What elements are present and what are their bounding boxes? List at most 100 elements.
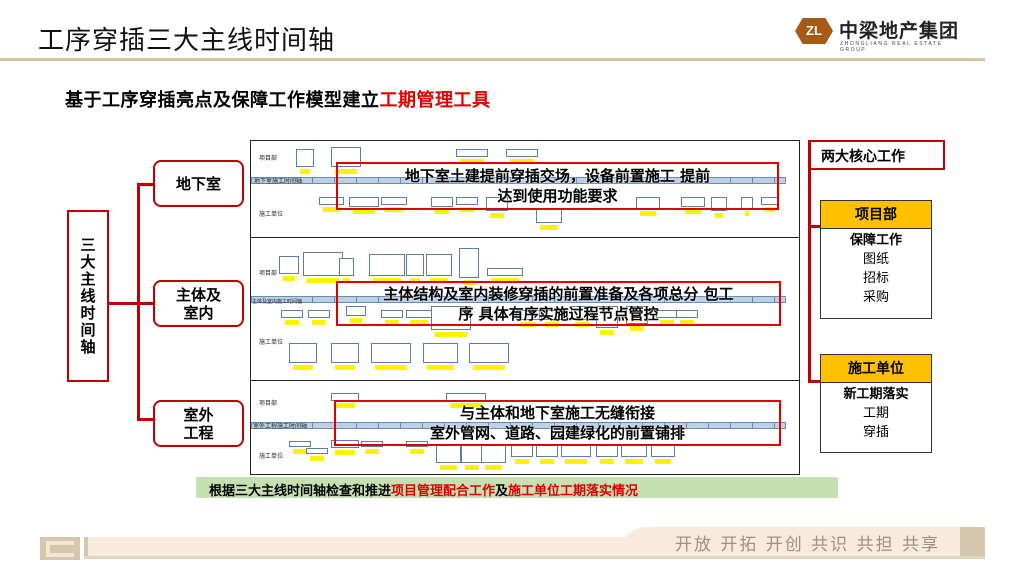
date-tag (485, 465, 502, 470)
date-tag (300, 169, 310, 174)
date-tag (625, 459, 643, 464)
group-lead: 保障工作 (849, 233, 902, 248)
date-tag (335, 450, 355, 455)
date-tag (307, 278, 339, 283)
core-work-title: 两大核心工作 (808, 140, 945, 170)
summary-text: 根据三大主线时间轴检查和推进 (209, 484, 392, 499)
logo-mark: ZL (795, 18, 833, 44)
row-label: 项目部 (259, 270, 278, 277)
logo-en: ZHONGLIANG REAL ESTATE GROUP (840, 41, 943, 53)
date-tag (293, 449, 307, 454)
axis-tick (312, 178, 313, 183)
row-label: 项目部 (259, 400, 278, 407)
milestone-card (506, 149, 538, 157)
date-tag (465, 465, 479, 470)
group-item: 图纸 (862, 252, 889, 267)
date-tag (473, 365, 505, 370)
group-item: 招标 (862, 271, 889, 286)
highlight-box: 地下室土建提前穿插交场，设备前置施工 提前 达到使用功能要求 (336, 162, 779, 210)
tree-connector (109, 302, 139, 305)
tree-connector (137, 302, 154, 305)
milestone-card (621, 445, 647, 457)
milestone-card (303, 252, 343, 276)
group-item: 采购 (862, 290, 889, 305)
date-tag (283, 276, 295, 281)
timeline-basement: 项目部 地下室施工时间轴 施工单位 地下室土建提前穿插交场，设备前置施工 提前达… (251, 141, 799, 238)
highlight-box: 主体结构及室内装修穿插的前置准备及各项总分 包工序 具体有序实施过程节点管控 (336, 281, 781, 326)
overlay-line: 主体结构及室内装修穿插的前置准备及各项总分 包工 (383, 284, 734, 303)
date-tag (515, 459, 529, 464)
milestone-card (339, 258, 354, 276)
core-group-contractor: 施工单位 新工期落实 工期 穿插 (820, 354, 932, 453)
tree-connector (137, 418, 154, 421)
milestone-card (331, 343, 359, 363)
row-label: 施工单位 (259, 211, 284, 218)
tree-connector (137, 183, 154, 186)
milestone-card (371, 343, 411, 363)
footer-slogan: 开放 开拓 开创 共识 共担 共享 (674, 535, 940, 555)
milestone-card (308, 310, 330, 318)
row-label: 主体及室内施工时间轴 (252, 299, 303, 305)
page-title: 工序穿插三大主线时间轴 (38, 26, 336, 56)
date-tag (375, 365, 407, 370)
core-bracket (808, 140, 811, 383)
group-header: 项目部 (821, 201, 931, 229)
group-header: 施工单位 (821, 355, 931, 383)
milestone-card (596, 445, 618, 457)
date-tag (640, 211, 656, 216)
core-group-project: 项目部 保障工作 图纸 招标 采购 (820, 200, 932, 319)
company-logo: ZL 中梁地产集团 ZHONGLIANG REAL ESTATE GROUP (795, 16, 970, 53)
date-tag (435, 332, 467, 337)
group-lead: 新工期落实 (843, 387, 909, 402)
group-item: 工期 (862, 406, 889, 421)
header-divider (0, 58, 985, 61)
overlay-line: 序 具体有序实施过程节点管控 (458, 304, 659, 323)
branch-basement: 地下室 (153, 160, 244, 207)
timeline-exterior: 项目部 室外工程施工时间轴 施工单位 与主体和地下室施工无缝衔接 室外管网、道路、… (251, 381, 799, 476)
timeline-panel: 项目部 地下室施工时间轴 施工单位 地下室土建提前穿插交场，设备前置施工 提前达… (250, 140, 800, 475)
milestone-card (487, 268, 523, 276)
date-tag (312, 320, 326, 325)
date-tag (540, 459, 554, 464)
date-tag (565, 459, 587, 464)
date-tag (335, 365, 355, 370)
milestone-card (296, 149, 314, 167)
milestone-card (511, 445, 533, 457)
milestone-card (469, 343, 509, 363)
date-tag (655, 459, 671, 464)
milestone-card (481, 445, 506, 463)
milestone-card (279, 256, 299, 274)
footer-band: 开放 开拓 开创 共识 共担 共享 (40, 527, 985, 560)
timeline-main-interior: 项目部 主体及室内施工时间轴 施工单位 主体结构及室内装修穿插的前置准备及各项总… (251, 238, 799, 381)
milestone-card (536, 445, 558, 457)
highlight-box: 与主体和地下室施工无缝衔接 室外管网、道路、园建绿化的前置铺排 (334, 400, 781, 446)
date-tag (490, 213, 504, 218)
row-label: 地下室施工时间轴 (254, 178, 303, 185)
milestone-card (406, 254, 424, 276)
milestone-card (289, 343, 317, 363)
date-tag (440, 465, 457, 470)
branch-exterior: 室外工程 (153, 400, 244, 447)
milestone-card (289, 441, 311, 447)
milestone-card (369, 254, 405, 276)
overlay-line: 地下室土建提前穿插交场，设备前置施工 提前 (404, 167, 711, 185)
row-label: 室外工程施工时间轴 (253, 423, 308, 430)
milestone-card (461, 445, 483, 463)
date-tag (600, 459, 614, 464)
date-tag (427, 365, 454, 370)
subtitle-prefix: 基于工序穿插亮点及保障工作模型建立 (65, 90, 380, 111)
milestone-card (306, 448, 328, 454)
subtitle: 基于工序穿插亮点及保障工作模型建立工期管理工具 (65, 86, 491, 112)
date-tag (600, 330, 614, 335)
row-label: 项目部 (259, 155, 278, 162)
row-label: 施工单位 (259, 339, 284, 346)
milestone-card (426, 254, 452, 276)
summary-highlight: 施工单位工期落实情况 (508, 484, 639, 499)
milestone-card (651, 445, 675, 457)
date-tag (293, 365, 313, 370)
milestone-card (423, 343, 458, 363)
axis-tick (334, 297, 335, 302)
summary-bar: 根据三大主线时间轴检查和推进项目管理配合工作及施工单位工期落实情况 (196, 477, 838, 499)
tree-root: 三大主线时间轴 (67, 210, 109, 382)
date-tag (310, 456, 324, 461)
